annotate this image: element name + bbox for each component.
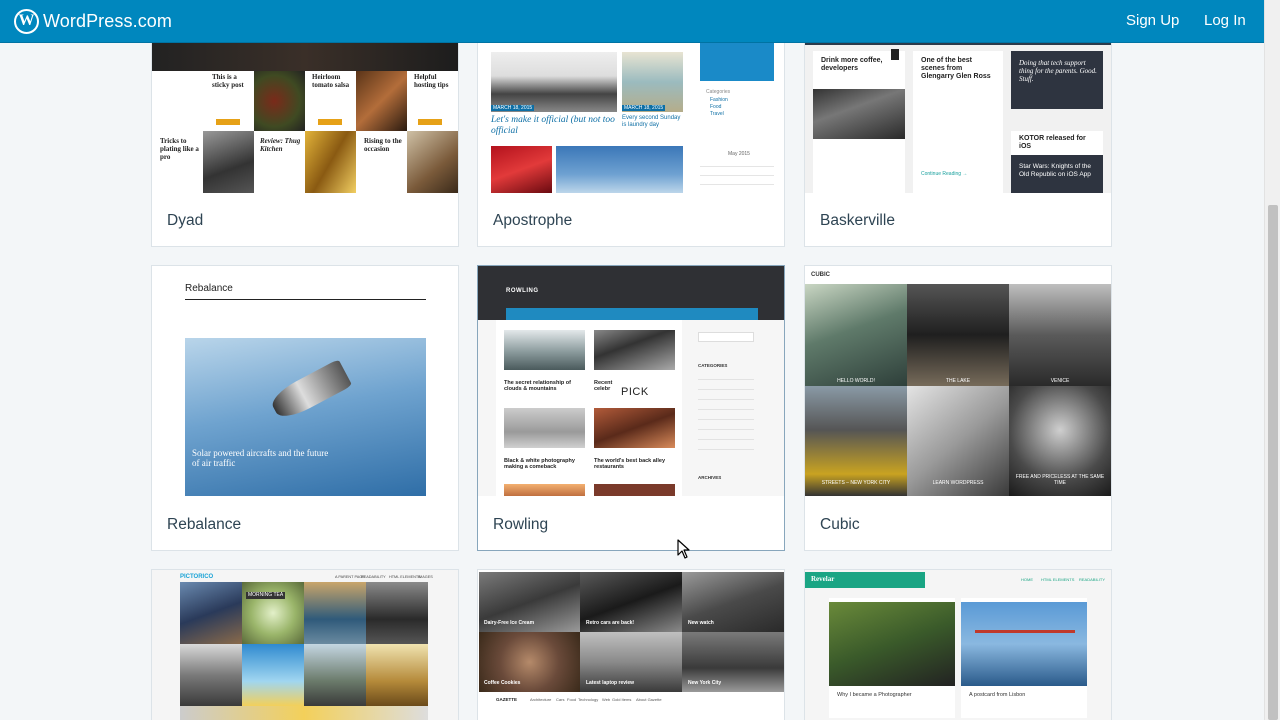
theme-name: Rowling bbox=[493, 516, 549, 533]
wordpress-logo-icon: W bbox=[14, 8, 39, 34]
theme-name: Cubic bbox=[820, 516, 860, 533]
theme-screenshot-cubic: CUBIC HELLO WORLD! THE LAKE VENICE STREE… bbox=[805, 266, 1111, 496]
theme-screenshot-rowling: ROWLING The secret relationship of cloud… bbox=[478, 266, 784, 496]
mouse-cursor-icon bbox=[677, 539, 690, 559]
theme-screenshot-pictorico: PICTORICO A PARENT PAGE READABILITY HTML… bbox=[152, 570, 458, 720]
theme-card-baskerville[interactable]: Drink more coffee, developers One of the… bbox=[804, 30, 1112, 247]
theme-screenshot-gazette: Dairy-Free Ice Cream Retro cars are back… bbox=[478, 570, 784, 720]
theme-screenshot-rebalance: Rebalance Solar powered aircrafts and th… bbox=[152, 266, 458, 496]
theme-card-gazette[interactable]: Dairy-Free Ice Cream Retro cars are back… bbox=[477, 569, 785, 720]
theme-name: Dyad bbox=[167, 212, 204, 229]
theme-card-dyad[interactable]: This is a sticky post Heirloom tomato sa… bbox=[151, 30, 459, 247]
scrollbar-thumb[interactable] bbox=[1268, 205, 1278, 720]
pick-overlay-label[interactable]: PICK bbox=[621, 386, 649, 398]
theme-name: Apostrophe bbox=[493, 212, 573, 229]
theme-screenshot-baskerville: Drink more coffee, developers One of the… bbox=[805, 31, 1111, 193]
theme-screenshot-revelar: Revelar HOME HTML ELEMENTS READABILITY W… bbox=[805, 570, 1111, 720]
log-in-link[interactable]: Log In bbox=[1204, 12, 1246, 29]
theme-card-pictorico[interactable]: PICTORICO A PARENT PAGE READABILITY HTML… bbox=[151, 569, 459, 720]
theme-name: Baskerville bbox=[820, 212, 895, 229]
theme-card-cubic[interactable]: CUBIC HELLO WORLD! THE LAKE VENICE STREE… bbox=[804, 265, 1112, 551]
brand-text: WordPress.com bbox=[43, 10, 172, 31]
theme-card-apostrophe[interactable]: MARCH 18, 2015 Let's make it official (b… bbox=[477, 30, 785, 247]
masterbar: W WordPress.com Sign Up Log In bbox=[0, 0, 1264, 43]
theme-name: Rebalance bbox=[167, 516, 242, 533]
theme-screenshot-dyad: This is a sticky post Heirloom tomato sa… bbox=[152, 31, 458, 193]
page-scrollbar[interactable] bbox=[1264, 0, 1280, 720]
theme-card-rebalance[interactable]: Rebalance Solar powered aircrafts and th… bbox=[151, 265, 459, 551]
theme-screenshot-apostrophe: MARCH 18, 2015 Let's make it official (b… bbox=[478, 31, 784, 193]
theme-card-rowling[interactable]: ROWLING The secret relationship of cloud… bbox=[477, 265, 785, 551]
sign-up-link[interactable]: Sign Up bbox=[1126, 12, 1179, 29]
wordpress-brand-link[interactable]: W WordPress.com bbox=[14, 8, 172, 34]
theme-card-revelar[interactable]: Revelar HOME HTML ELEMENTS READABILITY W… bbox=[804, 569, 1112, 720]
